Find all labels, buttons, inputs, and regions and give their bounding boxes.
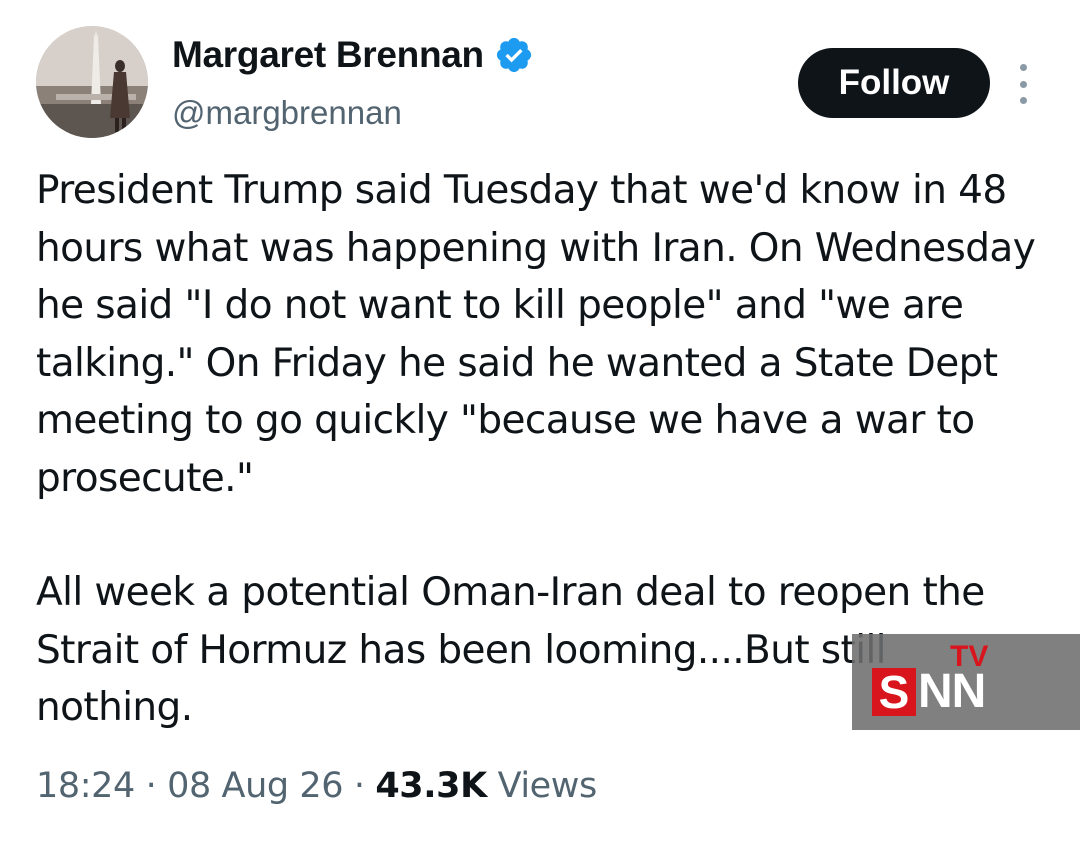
tweet-time[interactable]: 18:24 <box>36 766 135 806</box>
verified-badge-icon[interactable] <box>494 35 534 75</box>
more-dot <box>1019 97 1027 104</box>
author-display-name[interactable]: Margaret Brennan <box>172 34 484 76</box>
meta-separator: · <box>145 766 157 806</box>
snn-tv-watermark: TV S NN <box>852 634 1080 730</box>
more-options-icon[interactable] <box>1010 64 1036 104</box>
avatar[interactable] <box>36 26 148 138</box>
more-dot <box>1019 64 1027 71</box>
tweet-paragraph: President Trump said Tuesday that we'd k… <box>36 168 1036 501</box>
more-dot <box>1019 80 1027 88</box>
watermark-s: S <box>872 668 916 716</box>
author-handle[interactable]: @margbrennan <box>172 94 402 132</box>
avatar-photo <box>36 26 148 138</box>
meta-separator: · <box>353 766 365 806</box>
views-count: 43.3K <box>375 766 487 806</box>
author-name-row: Margaret Brennan <box>172 34 534 76</box>
tweet-date[interactable]: 08 Aug 26 <box>167 766 343 806</box>
watermark-nn: NN <box>918 665 986 718</box>
tweet-metadata: 18:24 · 08 Aug 26 · 43.3K Views <box>36 766 597 806</box>
views-label: Views <box>497 766 598 806</box>
follow-button[interactable]: Follow <box>798 48 990 118</box>
